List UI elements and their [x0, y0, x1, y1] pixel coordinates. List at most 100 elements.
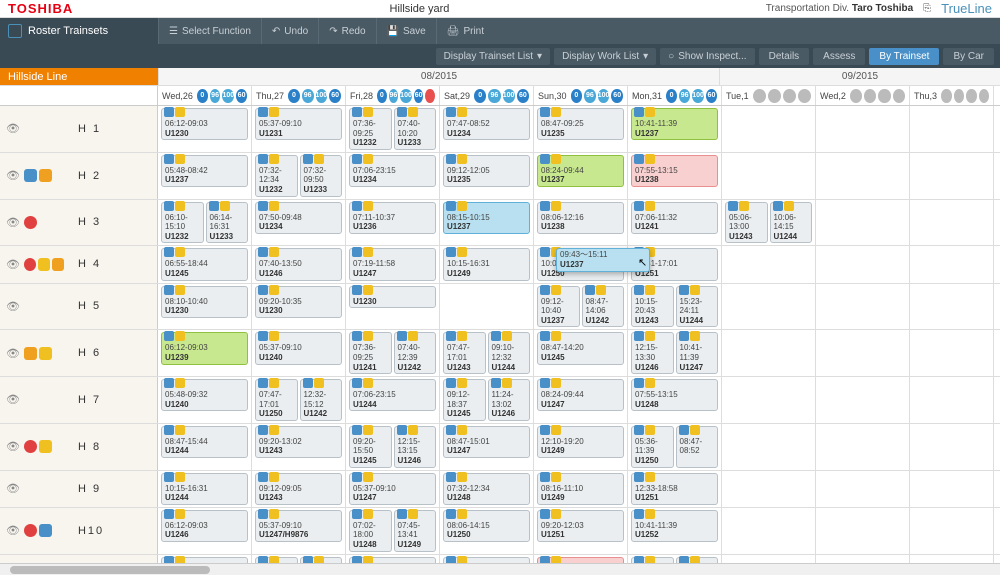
schedule-cell[interactable]: 08:06-14:15U125309:12-12:05	[628, 555, 722, 563]
work-block[interactable]: 05:48-08:42U1237	[161, 155, 248, 187]
schedule-cell[interactable]	[722, 377, 816, 423]
schedule-cell[interactable]: 06:12-09:03U1246	[158, 508, 252, 554]
details-button[interactable]: Details	[759, 48, 810, 65]
day-header-cell[interactable]: Wed,2609610060	[158, 86, 252, 105]
schedule-cell[interactable]: 06:55-18:44U1245	[158, 246, 252, 282]
schedule-cell[interactable]: 08:15-10:15U1237	[440, 200, 534, 246]
work-block[interactable]: 09:20-10:35U1230	[255, 286, 342, 318]
work-block[interactable]: 10:15-16:31U1244	[161, 473, 248, 505]
work-block[interactable]: 06:14-16:31U1233	[206, 202, 249, 244]
schedule-cell[interactable]: 05:37-09:10U1247/H9876	[252, 508, 346, 554]
schedule-cell[interactable]	[722, 330, 816, 376]
work-block[interactable]: 07:36-09:25U1232	[349, 108, 392, 150]
work-block[interactable]: 12:15-13:30U1246	[631, 332, 674, 374]
redo-button[interactable]: ↷Redo	[318, 18, 375, 44]
day-header-cell[interactable]: Mon,3109610060	[628, 86, 722, 105]
work-block[interactable]: 05:37-09:10U1240	[255, 332, 342, 364]
work-block[interactable]: 10:06-14:15U1244	[770, 202, 813, 244]
schedule-cell[interactable]: 07:06-23:15U1234	[346, 153, 440, 199]
work-block[interactable]: 07:32-12:34U1248	[443, 473, 530, 505]
schedule-cell[interactable]	[816, 284, 910, 330]
work-block[interactable]: 05:36-11:39U1250	[631, 426, 674, 468]
row-header[interactable]: 👁H 9	[0, 471, 158, 507]
schedule-cell[interactable]	[722, 508, 816, 554]
work-block[interactable]: 06:12-09:03U1230	[161, 108, 248, 140]
row-header[interactable]: 👁H 7	[0, 377, 158, 423]
schedule-cell[interactable]	[910, 508, 994, 554]
schedule-cell[interactable]: 07:02-18:00U124807:45-13:41U1249	[346, 508, 440, 554]
work-block[interactable]: 08:16-11:10U1249	[537, 473, 624, 505]
visibility-icon[interactable]: 👁	[6, 440, 20, 453]
schedule-cell[interactable]: 12:33-18:58U1251	[628, 471, 722, 507]
schedule-cell[interactable]: 07:50-09:48U1234	[252, 200, 346, 246]
row-header[interactable]: 👁H10	[0, 508, 158, 554]
schedule-cell[interactable]: 07:32-12:34U123207:32-09:50U1233	[252, 153, 346, 199]
work-block[interactable]: 08:24-09:44U1247	[537, 379, 624, 411]
work-block[interactable]: 07:32-12:34U1232	[255, 155, 298, 197]
schedule-cell[interactable]: 08:47-15:44U1244	[158, 424, 252, 470]
visibility-icon[interactable]: 👁	[6, 482, 20, 495]
schedule-cell[interactable]	[722, 153, 816, 199]
work-block[interactable]: 07:32-09:50U1233	[300, 155, 343, 197]
schedule-cell[interactable]	[910, 424, 994, 470]
schedule-cell[interactable]: 07:47-08:52U1234	[440, 106, 534, 152]
schedule-cell[interactable]: 07:40-13:50U1246	[252, 246, 346, 282]
by-car-button[interactable]: By Car	[943, 48, 994, 65]
work-block[interactable]: 12:10-19:20U1249	[537, 426, 624, 458]
day-header-cell[interactable]: Wed,2	[816, 86, 910, 105]
work-block[interactable]: 08:06-12:16U1238	[537, 202, 624, 234]
schedule-cell[interactable]: 06:12-09:03U1230	[158, 106, 252, 152]
print-button[interactable]: 🖨Print	[436, 18, 494, 44]
work-block[interactable]: 07:40-10:20U1233	[394, 108, 437, 150]
work-block[interactable]: 07:11-10:37U1236	[349, 202, 436, 234]
schedule-cell[interactable]	[910, 377, 994, 423]
schedule-cell[interactable]	[722, 471, 816, 507]
work-block[interactable]: 06:12-09:03U1246	[161, 510, 248, 542]
day-header-cell[interactable]: Thu,2709610060	[252, 86, 346, 105]
schedule-cell[interactable]: 05:37-09:10U1247	[346, 471, 440, 507]
work-block[interactable]: 11:24-13:02U1246	[488, 379, 531, 421]
show-inspect-toggle[interactable]: ○ Show Inspect...	[660, 48, 754, 65]
work-block[interactable]: 08:47-08:52	[676, 426, 719, 468]
day-header-cell[interactable]: Tue,1	[722, 86, 816, 105]
work-block[interactable]: 06:12-09:03U1239	[161, 332, 248, 364]
work-block[interactable]: 05:06-13:00U1243	[725, 202, 768, 244]
work-block[interactable]: 09:12-09:05U1243	[255, 473, 342, 505]
day-header-cell[interactable]: Sat,2909610060	[440, 86, 534, 105]
work-block[interactable]: 07:55-13:15U1248	[631, 379, 718, 411]
schedule-cell[interactable]	[722, 555, 816, 563]
schedule-cell[interactable]	[816, 330, 910, 376]
schedule-cell[interactable]	[910, 555, 994, 563]
row-header[interactable]: 👁H 8	[0, 424, 158, 470]
schedule-cell[interactable]: 09:20-12:03U1251	[534, 508, 628, 554]
work-block[interactable]: 07:06-11:32U1241	[631, 202, 718, 234]
schedule-cell[interactable]: 07:32-12:34U1248	[440, 471, 534, 507]
work-block[interactable]: 08:15-10:15U1237	[443, 202, 530, 234]
schedule-cell[interactable]	[910, 471, 994, 507]
work-block[interactable]: 07:19-11:58U1247	[349, 248, 436, 280]
row-header[interactable]: 👁H 1	[0, 106, 158, 152]
horizontal-scrollbar[interactable]	[0, 563, 1000, 575]
schedule-cell[interactable]	[816, 153, 910, 199]
work-block[interactable]: 09:10-12:32U1244	[488, 332, 531, 374]
schedule-cell[interactable]: 09:12-12:05U1251	[440, 555, 534, 563]
schedule-cell[interactable]: 09:12-18:37U124511:24-13:02U1246	[440, 377, 534, 423]
schedule-cell[interactable]	[910, 246, 994, 282]
work-block[interactable]: 07:36-09:25U1241	[349, 332, 392, 374]
visibility-icon[interactable]: 👁	[6, 122, 20, 135]
row-header[interactable]: 👁H 4	[0, 246, 158, 282]
grid-body[interactable]: 👁H 106:12-09:03U123005:37-09:10U123107:3…	[0, 106, 1000, 563]
schedule-cell[interactable]: 07:47-17:01U124309:10-12:32U1244	[440, 330, 534, 376]
schedule-cell[interactable]	[816, 555, 910, 563]
row-header[interactable]: 👁H 3	[0, 200, 158, 246]
work-block[interactable]: 06:55-18:44U1245	[161, 248, 248, 280]
work-block[interactable]: 09:20-12:03U1251	[537, 510, 624, 542]
work-block[interactable]: 07:40-12:39U1242	[394, 332, 437, 374]
schedule-cell[interactable]	[816, 471, 910, 507]
day-header-cell[interactable]: Sun,3009610060	[534, 86, 628, 105]
work-block[interactable]: 08:47-14:06U1242	[582, 286, 625, 328]
scroll-thumb[interactable]	[10, 566, 210, 574]
schedule-cell[interactable]	[910, 153, 994, 199]
work-block[interactable]: 08:47-14:20U1245	[537, 332, 624, 364]
visibility-icon[interactable]: 👁	[6, 524, 20, 537]
